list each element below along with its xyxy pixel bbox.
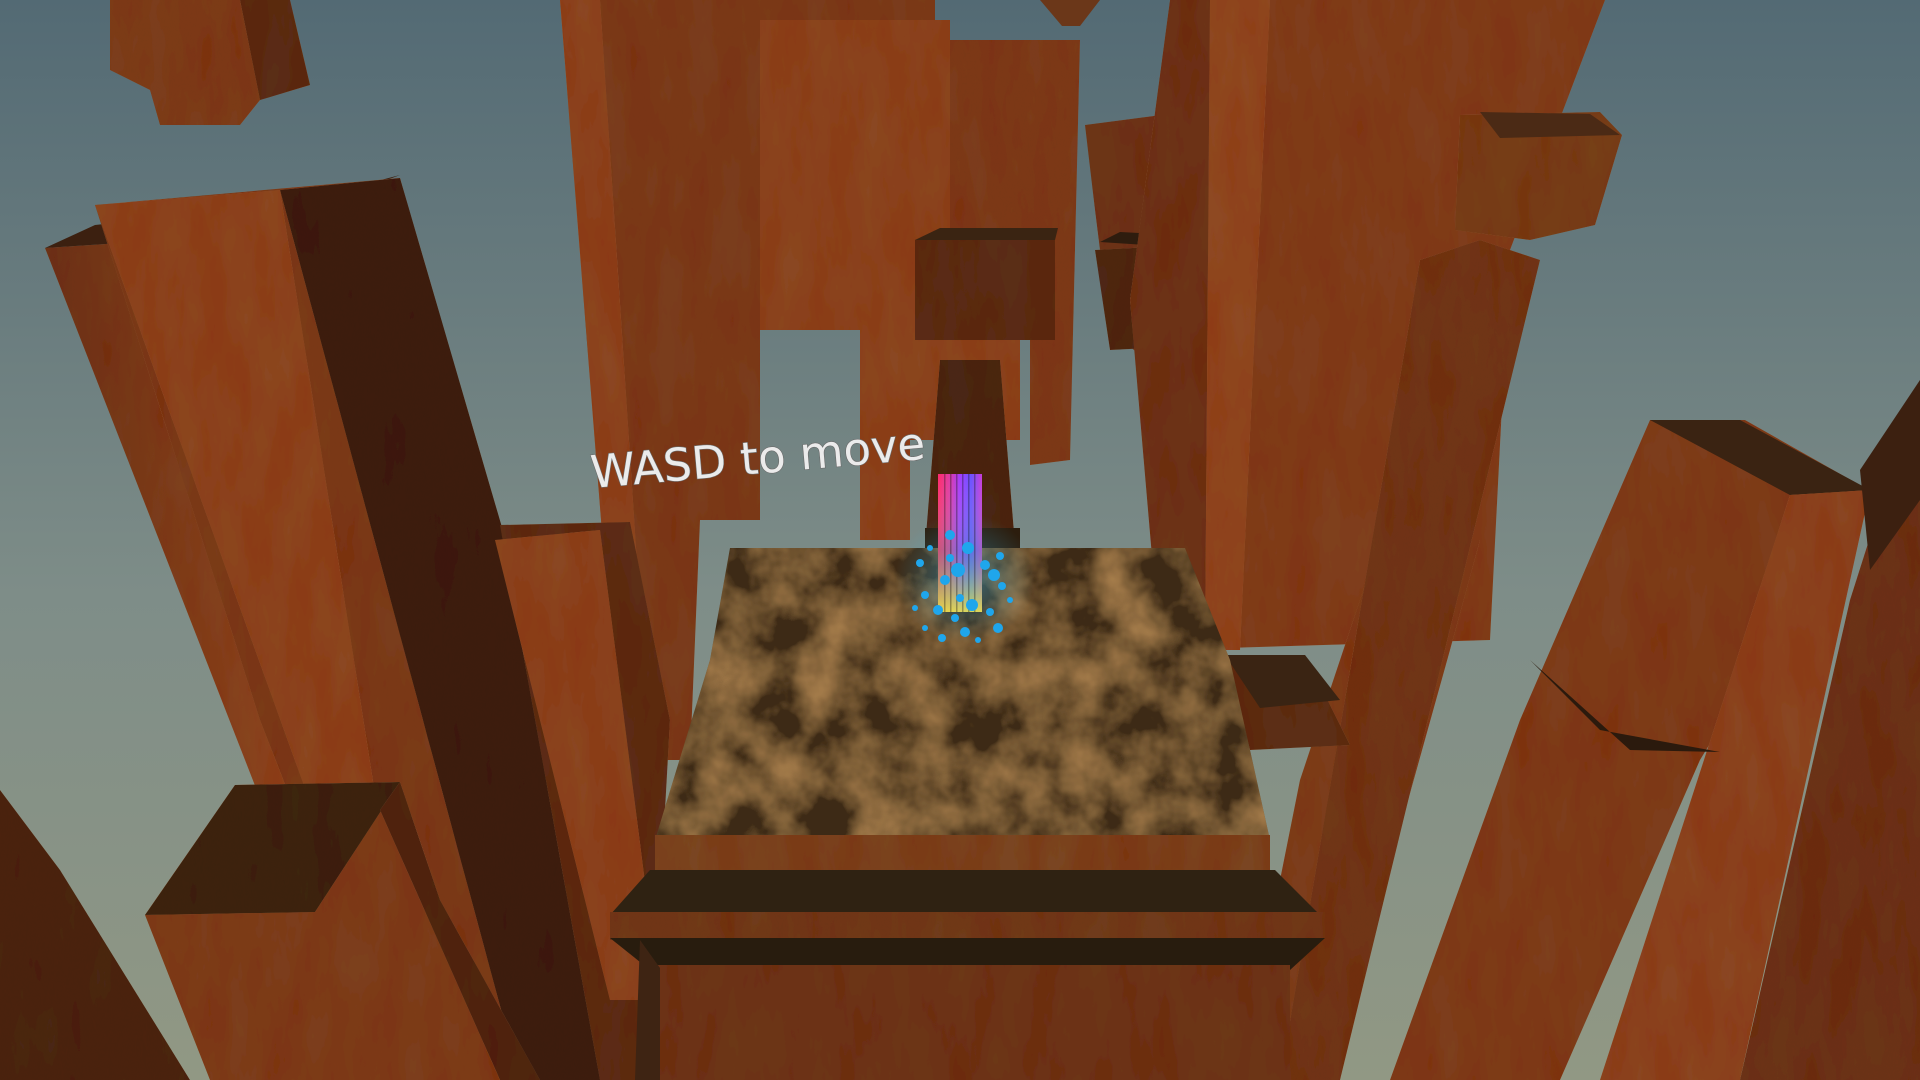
game-viewport[interactable]: WASD to move: [0, 0, 1920, 1080]
game-canvas[interactable]: WASD to move: [0, 0, 1920, 1080]
